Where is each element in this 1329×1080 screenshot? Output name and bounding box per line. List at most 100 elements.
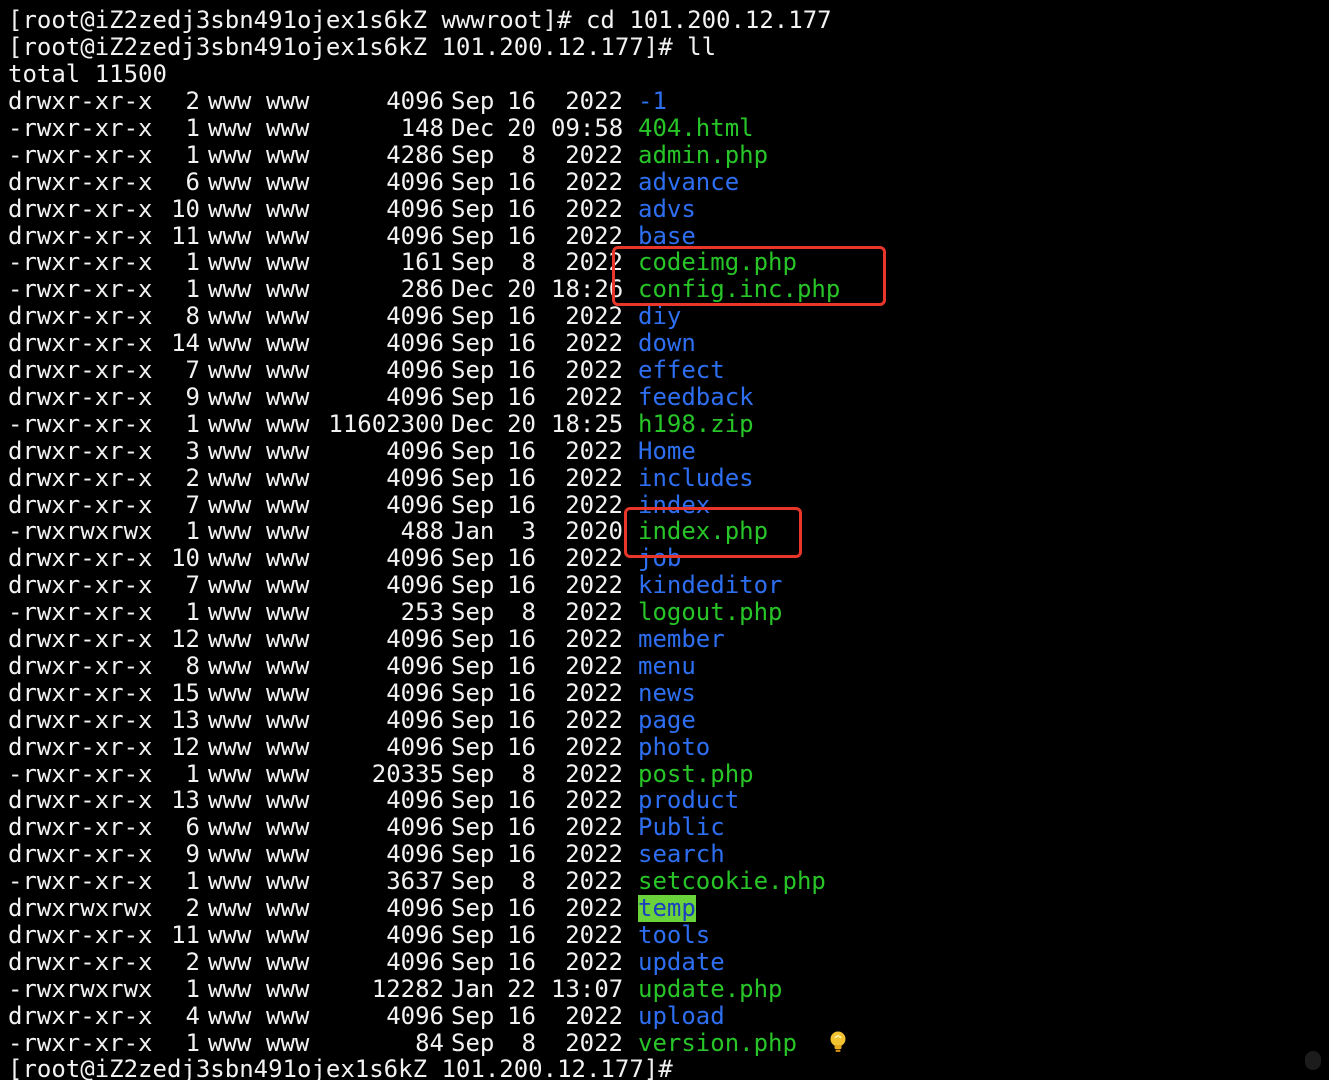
file-permissions: drwxr-xr-x (8, 920, 153, 949)
file-group: www (266, 490, 310, 519)
file-link-count: 1 (185, 409, 200, 438)
file-time: 2022 (565, 490, 623, 519)
file-permissions: -rwxr-xr-x (8, 598, 153, 627)
file-time: 2022 (565, 140, 623, 169)
file-permissions: drwxr-xr-x (8, 329, 153, 358)
file-size: 286 (400, 275, 444, 304)
file-owner: www (208, 356, 252, 384)
file-size: 4096 (386, 87, 444, 115)
file-name: feedback (638, 382, 754, 411)
file-group: www (266, 302, 310, 331)
file-name: includes (638, 463, 754, 492)
file-permissions: -rwxr-xr-x (8, 867, 153, 896)
file-size: 4096 (386, 490, 444, 519)
file-owner: www (208, 544, 252, 573)
file-month: Sep (451, 759, 495, 788)
file-link-count: 1 (185, 113, 200, 142)
file-link-count: 1 (185, 248, 200, 277)
file-name: update.php (638, 974, 783, 1003)
file-name: temp (638, 894, 696, 922)
file-owner: www (208, 678, 252, 707)
file-permissions: drwxrwxrwx (8, 894, 153, 922)
file-day: 16 (507, 194, 536, 223)
file-link-count: 13 (171, 786, 200, 815)
file-permissions: -rwxrwxrwx (8, 517, 153, 546)
file-time: 13:07 (551, 974, 624, 1003)
file-name: down (638, 329, 696, 358)
file-time: 2022 (565, 302, 623, 331)
file-day: 8 (521, 1028, 536, 1057)
file-owner: www (208, 894, 252, 922)
file-month: Sep (451, 894, 495, 922)
file-name: advs (638, 194, 696, 223)
file-size: 488 (400, 517, 444, 546)
file-permissions: -rwxr-xr-x (8, 1028, 153, 1057)
file-owner: www (208, 275, 252, 304)
file-time: 2022 (565, 382, 623, 411)
file-permissions: -rwxr-xr-x (8, 275, 153, 304)
file-day: 3 (521, 517, 536, 546)
file-size: 4096 (386, 947, 444, 976)
file-time: 2022 (565, 813, 623, 842)
file-size: 4096 (386, 840, 444, 869)
file-owner: www (208, 140, 252, 169)
file-day: 16 (507, 221, 536, 250)
file-time: 18:25 (551, 409, 624, 438)
file-owner: www (208, 248, 252, 277)
file-name: version.php (638, 1028, 797, 1057)
file-owner: www (208, 382, 252, 411)
file-size: 253 (400, 598, 444, 627)
file-owner: www (208, 840, 252, 869)
command-line-cd: [root@iZ2zedj3sbn491ojex1s6kZ wwwroot]# … (8, 6, 832, 34)
file-month: Jan (451, 974, 495, 1003)
file-owner: www (208, 625, 252, 653)
file-permissions: -rwxr-xr-x (8, 409, 153, 438)
file-owner: www (208, 571, 252, 600)
lightbulb-icon (830, 1031, 846, 1052)
file-month: Dec (451, 113, 495, 142)
file-time: 2022 (565, 651, 623, 680)
file-month: Sep (451, 786, 495, 815)
file-permissions: drwxr-xr-x (8, 651, 153, 680)
file-day: 16 (507, 705, 536, 734)
file-group: www (266, 221, 310, 250)
shell-prompt[interactable]: [root@iZ2zedj3sbn491ojex1s6kZ 101.200.12… (8, 1056, 673, 1080)
file-day: 16 (507, 87, 536, 115)
file-link-count: 11 (171, 920, 200, 949)
file-owner: www (208, 920, 252, 949)
file-permissions: drwxr-xr-x (8, 732, 153, 761)
file-group: www (266, 894, 310, 922)
file-owner: www (208, 409, 252, 438)
file-link-count: 2 (185, 87, 200, 115)
file-group: www (266, 409, 310, 438)
file-day: 16 (507, 651, 536, 680)
file-size: 4286 (386, 140, 444, 169)
file-time: 2022 (565, 867, 623, 896)
file-day: 16 (507, 894, 536, 922)
file-link-count: 1 (185, 275, 200, 304)
file-month: Sep (451, 87, 495, 115)
file-permissions: drwxr-xr-x (8, 840, 153, 869)
file-owner: www (208, 517, 252, 546)
file-link-count: 4 (185, 1001, 200, 1030)
file-time: 2022 (565, 840, 623, 869)
file-group: www (266, 140, 310, 169)
file-month: Sep (451, 840, 495, 869)
file-link-count: 2 (185, 463, 200, 492)
file-month: Sep (451, 732, 495, 761)
file-month: Dec (451, 409, 495, 438)
file-name: news (638, 678, 696, 707)
file-time: 2022 (565, 759, 623, 788)
file-size: 4096 (386, 651, 444, 680)
file-day: 16 (507, 329, 536, 358)
file-time: 2022 (565, 947, 623, 976)
file-month: Sep (451, 194, 495, 223)
file-time: 2022 (565, 87, 623, 115)
file-day: 16 (507, 167, 536, 196)
file-month: Sep (451, 140, 495, 169)
file-name: upload (638, 1001, 725, 1030)
file-link-count: 9 (185, 382, 200, 411)
terminal-window[interactable]: [root@iZ2zedj3sbn491ojex1s6kZ wwwroot]# … (0, 0, 1329, 1080)
file-name: product (638, 786, 740, 815)
file-link-count: 1 (185, 867, 200, 896)
